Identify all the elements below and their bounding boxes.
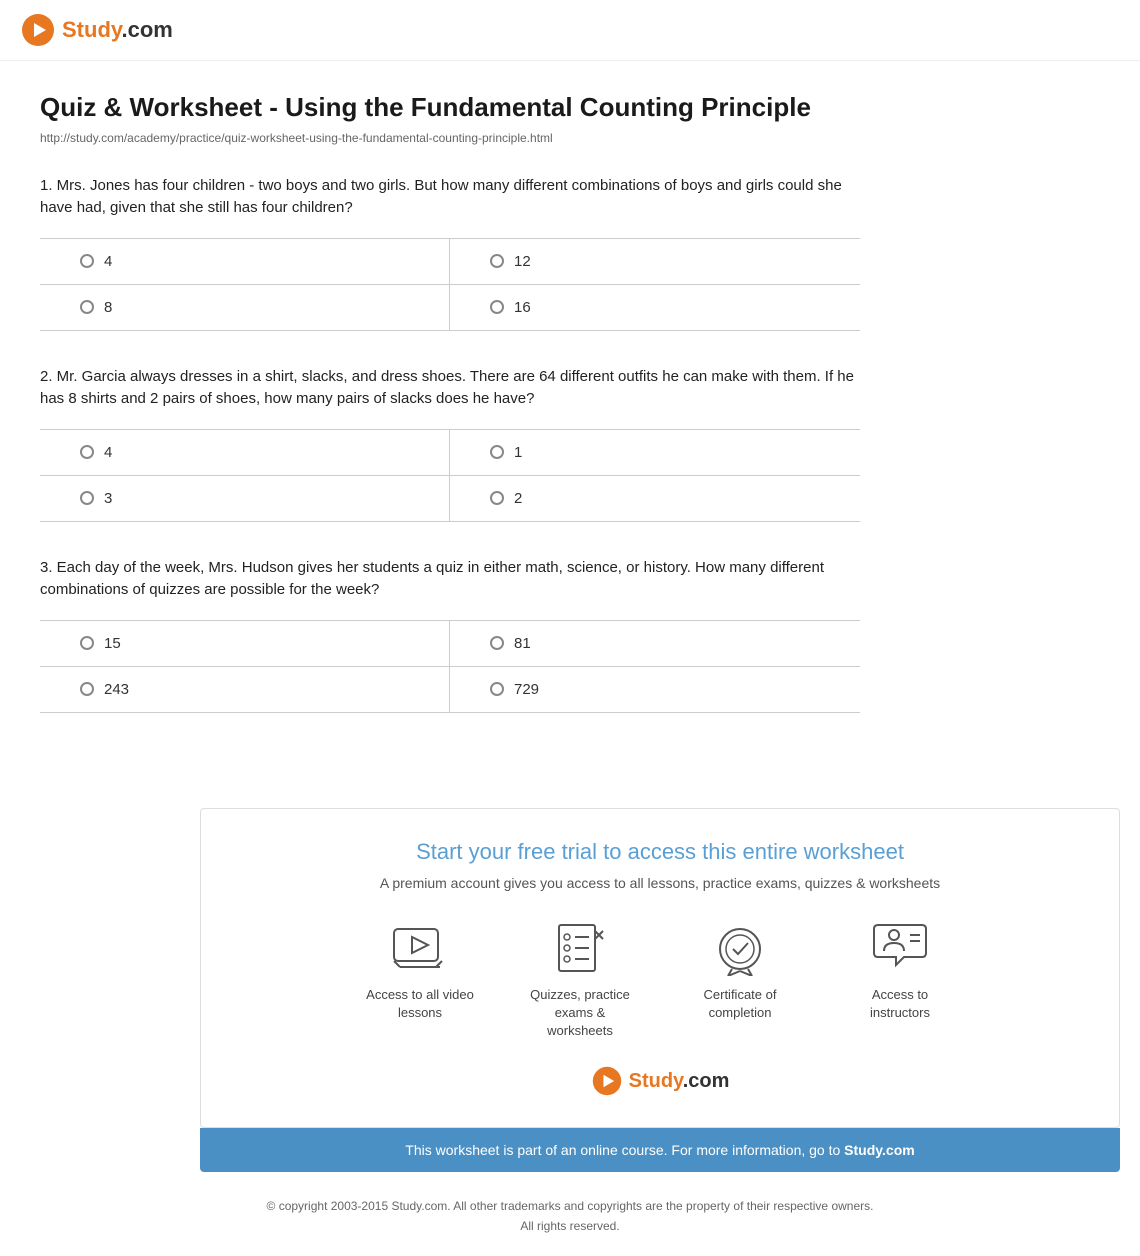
answer-3-a[interactable]: 15 <box>40 621 450 667</box>
certificate-icon <box>710 921 770 976</box>
answer-1-a-label: 4 <box>104 253 112 270</box>
question-2: 2. Mr. Garcia always dresses in a shirt,… <box>40 366 860 522</box>
page-url: http://study.com/academy/practice/quiz-w… <box>40 131 860 145</box>
answer-3-b[interactable]: 81 <box>450 621 860 667</box>
answer-1-a[interactable]: 4 <box>40 239 450 285</box>
radio-2-b[interactable] <box>490 445 504 459</box>
answer-2-a[interactable]: 4 <box>40 430 450 476</box>
answer-2-a-label: 4 <box>104 444 112 461</box>
answer-1-b[interactable]: 12 <box>450 239 860 285</box>
answer-3-a-label: 15 <box>104 635 121 652</box>
answer-2-b[interactable]: 1 <box>450 430 860 476</box>
feature-quiz: Quizzes, practice exams & worksheets <box>525 921 635 1041</box>
feature-video: Access to all video lessons <box>365 921 475 1041</box>
footer-link[interactable]: Study.com <box>844 1142 915 1158</box>
feature-instructor: Access to instructors <box>845 921 955 1041</box>
radio-2-c[interactable] <box>80 491 94 505</box>
footer-bar: This worksheet is part of an online cour… <box>200 1128 1120 1172</box>
answer-2-d-label: 2 <box>514 490 522 507</box>
answer-3-c[interactable]: 243 <box>40 667 450 713</box>
radio-1-d[interactable] <box>490 300 504 314</box>
logo-text: Study.com <box>62 17 173 43</box>
radio-1-a[interactable] <box>80 254 94 268</box>
question-1-answers: 4 12 8 16 <box>40 238 860 331</box>
question-1-text: 1. Mrs. Jones has four children - two bo… <box>40 175 860 220</box>
copyright: © copyright 2003-2015 Study.com. All oth… <box>0 1197 1140 1255</box>
answer-1-c[interactable]: 8 <box>40 285 450 331</box>
promo-title: Start your free trial to access this ent… <box>241 839 1079 865</box>
logo[interactable]: Study.com <box>20 12 1120 48</box>
answer-1-d-label: 16 <box>514 299 531 316</box>
cert-svg <box>711 921 769 976</box>
radio-1-b[interactable] <box>490 254 504 268</box>
promo-logo: Study.com <box>241 1065 1079 1097</box>
answer-2-b-label: 1 <box>514 444 522 461</box>
answer-3-d-label: 729 <box>514 681 539 698</box>
instructor-svg <box>870 921 930 976</box>
radio-3-b[interactable] <box>490 636 504 650</box>
page-title: Quiz & Worksheet - Using the Fundamental… <box>40 91 860 125</box>
video-svg <box>390 923 450 973</box>
promo-box: Start your free trial to access this ent… <box>200 808 1120 1129</box>
answer-2-c-label: 3 <box>104 490 112 507</box>
radio-3-d[interactable] <box>490 682 504 696</box>
question-2-answers: 4 1 3 2 <box>40 429 860 522</box>
answer-3-d[interactable]: 729 <box>450 667 860 713</box>
promo-logo-text: Study.com <box>629 1070 730 1093</box>
answer-1-d[interactable]: 16 <box>450 285 860 331</box>
radio-1-c[interactable] <box>80 300 94 314</box>
feature-video-label: Access to all video lessons <box>365 986 475 1022</box>
answer-2-d[interactable]: 2 <box>450 476 860 522</box>
answer-3-c-label: 243 <box>104 681 129 698</box>
feature-instructor-label: Access to instructors <box>845 986 955 1022</box>
question-3-text: 3. Each day of the week, Mrs. Hudson giv… <box>40 557 860 602</box>
question-3: 3. Each day of the week, Mrs. Hudson giv… <box>40 557 860 713</box>
radio-2-d[interactable] <box>490 491 504 505</box>
promo-subtitle: A premium account gives you access to al… <box>241 875 1079 891</box>
question-3-answers: 15 81 243 729 <box>40 620 860 713</box>
radio-3-a[interactable] <box>80 636 94 650</box>
quiz-svg <box>553 921 608 976</box>
question-2-text: 2. Mr. Garcia always dresses in a shirt,… <box>40 366 860 411</box>
radio-3-c[interactable] <box>80 682 94 696</box>
main-content: Quiz & Worksheet - Using the Fundamental… <box>0 61 900 778</box>
feature-cert: Certificate of completion <box>685 921 795 1041</box>
features-row: Access to all video lessons Quizzes, pra… <box>241 921 1079 1041</box>
feature-cert-label: Certificate of completion <box>685 986 795 1022</box>
copyright-text2: All rights reserved. <box>0 1217 1140 1236</box>
logo-icon <box>20 12 56 48</box>
quiz-icon <box>550 921 610 976</box>
instructor-icon <box>870 921 930 976</box>
copyright-text: © copyright 2003-2015 Study.com. All oth… <box>0 1197 1140 1216</box>
answer-3-b-label: 81 <box>514 635 531 652</box>
question-1: 1. Mrs. Jones has four children - two bo… <box>40 175 860 331</box>
answer-1-b-label: 12 <box>514 253 531 270</box>
feature-quiz-label: Quizzes, practice exams & worksheets <box>525 986 635 1041</box>
answer-1-c-label: 8 <box>104 299 112 316</box>
answer-2-c[interactable]: 3 <box>40 476 450 522</box>
radio-2-a[interactable] <box>80 445 94 459</box>
page-header: Study.com <box>0 0 1140 61</box>
promo-logo-icon <box>591 1065 623 1097</box>
video-icon <box>390 921 450 976</box>
